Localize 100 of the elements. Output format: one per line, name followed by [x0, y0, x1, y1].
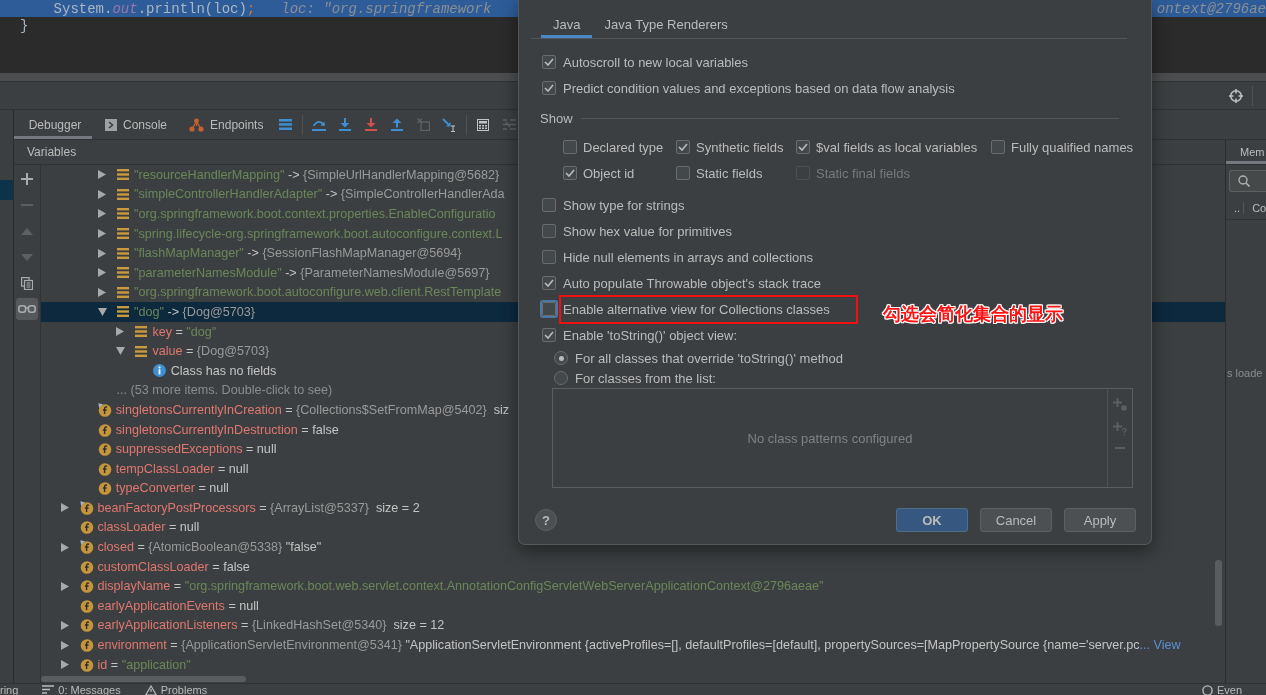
caret-right-icon[interactable] [61, 620, 69, 630]
tree-item[interactable]: singletonsCurrentlyInCreation = {Collections$SetFromMap@5402} siz [115, 402, 510, 417]
curved-arrow-icon[interactable] [312, 118, 327, 131]
down-arrow-icon[interactable] [339, 118, 352, 131]
tree-item[interactable]: "simpleControllerHandlerAdapter" -> {SimpleControllerHandlerAda [134, 187, 505, 202]
caret-right-icon[interactable] [61, 640, 69, 650]
scrollbar-thumb[interactable] [41, 676, 246, 682]
scrollbar-thumb[interactable] [1215, 560, 1222, 626]
tree-item[interactable]: value = {Dog@5703} [152, 344, 270, 359]
radio-button[interactable] [554, 351, 568, 365]
checkbox[interactable] [542, 81, 556, 95]
tree-item[interactable]: Class has no fields [170, 363, 277, 378]
tree-item[interactable]: id = "application" [97, 657, 191, 672]
caret-right-icon[interactable] [61, 581, 69, 591]
checkbox-label: Fully qualified names [1011, 139, 1134, 155]
crosshair-icon[interactable] [1229, 88, 1243, 103]
column-header[interactable]: .. [1234, 202, 1241, 214]
caret-right-icon[interactable] [61, 660, 69, 670]
tab[interactable]: Endpoints [176, 110, 273, 139]
tree-item[interactable]: closed = {AtomicBoolean@5338} "false" [97, 540, 322, 555]
bars-icon [116, 208, 129, 220]
tree-item[interactable]: "resourceHandlerMapping" -> {SimpleUrlHandlerMapping@5682} [134, 167, 500, 182]
checkbox[interactable] [991, 140, 1005, 154]
tree-item[interactable]: typeConverter = null [115, 481, 229, 496]
tab[interactable]: Java Type Renderers [592, 12, 740, 38]
tree-item[interactable]: tempClassLoader = null [115, 461, 249, 476]
caret-right-icon[interactable] [61, 542, 69, 552]
plus-icon[interactable] [21, 173, 33, 185]
tab[interactable]: Debugger [14, 110, 92, 139]
cursor-arrow-icon[interactable] [442, 117, 457, 132]
checkbox[interactable] [542, 224, 556, 238]
section-title: Show [540, 110, 573, 126]
calculator-icon[interactable] [477, 118, 490, 131]
tab[interactable]: Console [92, 110, 177, 139]
caret-right-icon[interactable] [97, 209, 106, 219]
tree-item[interactable]: customClassLoader = false [97, 559, 250, 574]
tree-item[interactable]: singletonsCurrentlyInDestruction = false [115, 422, 339, 437]
bars-icon [134, 326, 147, 338]
tree-item[interactable]: key = "dog" [152, 324, 217, 339]
checkbox[interactable] [563, 166, 577, 180]
checkbox[interactable] [542, 55, 556, 69]
tree-item[interactable]: displayName = "org.springframework.boot.web.servlet.context.AnnotationConfigServletWebServerApplicationContext@2796aeae" [97, 579, 824, 594]
tree-item[interactable]: suppressedExceptions = null [115, 442, 277, 457]
tree-item[interactable]: environment = {ApplicationServletEnvironment@5341} "ApplicationServletEnvironment {activeProfiles=[], defaultProfiles=[default], propertySources=[MapPropertySource {name='server.pc... View [97, 638, 1181, 653]
bars-icon [116, 267, 129, 279]
inline-value-hint: ontext@2796ae [1156, 0, 1266, 17]
caret-down-icon[interactable] [115, 347, 125, 356]
caret-right-icon[interactable] [97, 268, 106, 278]
tree-item[interactable]: earlyApplicationEvents = null [97, 598, 259, 613]
checkbox[interactable] [542, 198, 556, 212]
dialog-button[interactable]: Apply [1064, 508, 1136, 532]
tree-item[interactable]: beanFactoryPostProcessors = {ArrayList@5337} size = 2 [97, 500, 420, 515]
caret-right-icon[interactable] [97, 189, 106, 199]
caret-down-icon[interactable] [97, 307, 107, 316]
tree-item[interactable]: "flashMapManager" -> {SessionFlashMapManager@5694} [134, 246, 462, 261]
dialog-button[interactable]: Cancel [980, 508, 1052, 532]
view-link[interactable]: ... View [1139, 638, 1181, 653]
checkbox-label: Object id [583, 165, 635, 181]
checkbox-label: Predict condition values and exceptions based on data flow analysis [563, 80, 955, 96]
caret-right-icon[interactable] [97, 170, 106, 180]
caret-right-icon[interactable] [97, 287, 106, 297]
checkbox[interactable] [796, 140, 810, 154]
caret-right-icon[interactable] [61, 503, 69, 513]
help-button[interactable]: ? [535, 509, 557, 531]
tree-item[interactable]: ... (53 more items. Double-click to see) [116, 383, 333, 398]
checkbox[interactable] [676, 166, 690, 180]
tab[interactable]: Java [541, 12, 593, 38]
bars-icon [116, 169, 129, 181]
warning-icon [144, 685, 157, 695]
status-item[interactable]: Problems [160, 685, 208, 695]
bars-icon [116, 286, 129, 298]
tree-item[interactable]: "parameterNamesModule" -> {ParameterNamesModule@5697} [134, 265, 490, 280]
radio-button[interactable] [554, 371, 568, 385]
caret-right-icon[interactable] [97, 248, 106, 258]
up-arrow-icon[interactable] [391, 118, 404, 131]
checkbox[interactable] [563, 140, 577, 154]
glasses-icon[interactable] [16, 298, 38, 320]
caret-right-icon[interactable] [115, 327, 124, 337]
down-arrow-icon[interactable] [365, 118, 378, 131]
checkbox[interactable] [542, 250, 556, 264]
checkbox-label: Declared type [583, 139, 664, 155]
checkbox[interactable] [542, 328, 556, 342]
checkbox-label: Auto populate Throwable object's stack trace [563, 275, 822, 291]
tree-item[interactable]: earlyApplicationListeners = {LinkedHashSet@5340} size = 12 [97, 618, 445, 633]
checkbox[interactable] [542, 276, 556, 290]
column-header[interactable]: Co [1243, 202, 1266, 214]
tab[interactable]: Mem [1226, 140, 1266, 164]
ok-button[interactable]: OK [896, 508, 968, 532]
tree-item[interactable]: classLoader = null [97, 520, 200, 535]
tree-item[interactable]: "dog" -> {Dog@5703} [134, 304, 255, 319]
status-item[interactable]: Even [1216, 685, 1242, 695]
radio-label: For all classes that override 'toString()' method [575, 350, 843, 366]
search-field[interactable] [1229, 170, 1266, 192]
checkbox[interactable] [676, 140, 690, 154]
info-icon [153, 364, 167, 378]
caret-right-icon[interactable] [97, 229, 106, 239]
copy-icon[interactable] [21, 276, 33, 290]
code-text: } [20, 17, 29, 34]
checkbox-label: Hide null elements in arrays and collections [563, 249, 813, 265]
bars-icon[interactable] [278, 119, 292, 130]
